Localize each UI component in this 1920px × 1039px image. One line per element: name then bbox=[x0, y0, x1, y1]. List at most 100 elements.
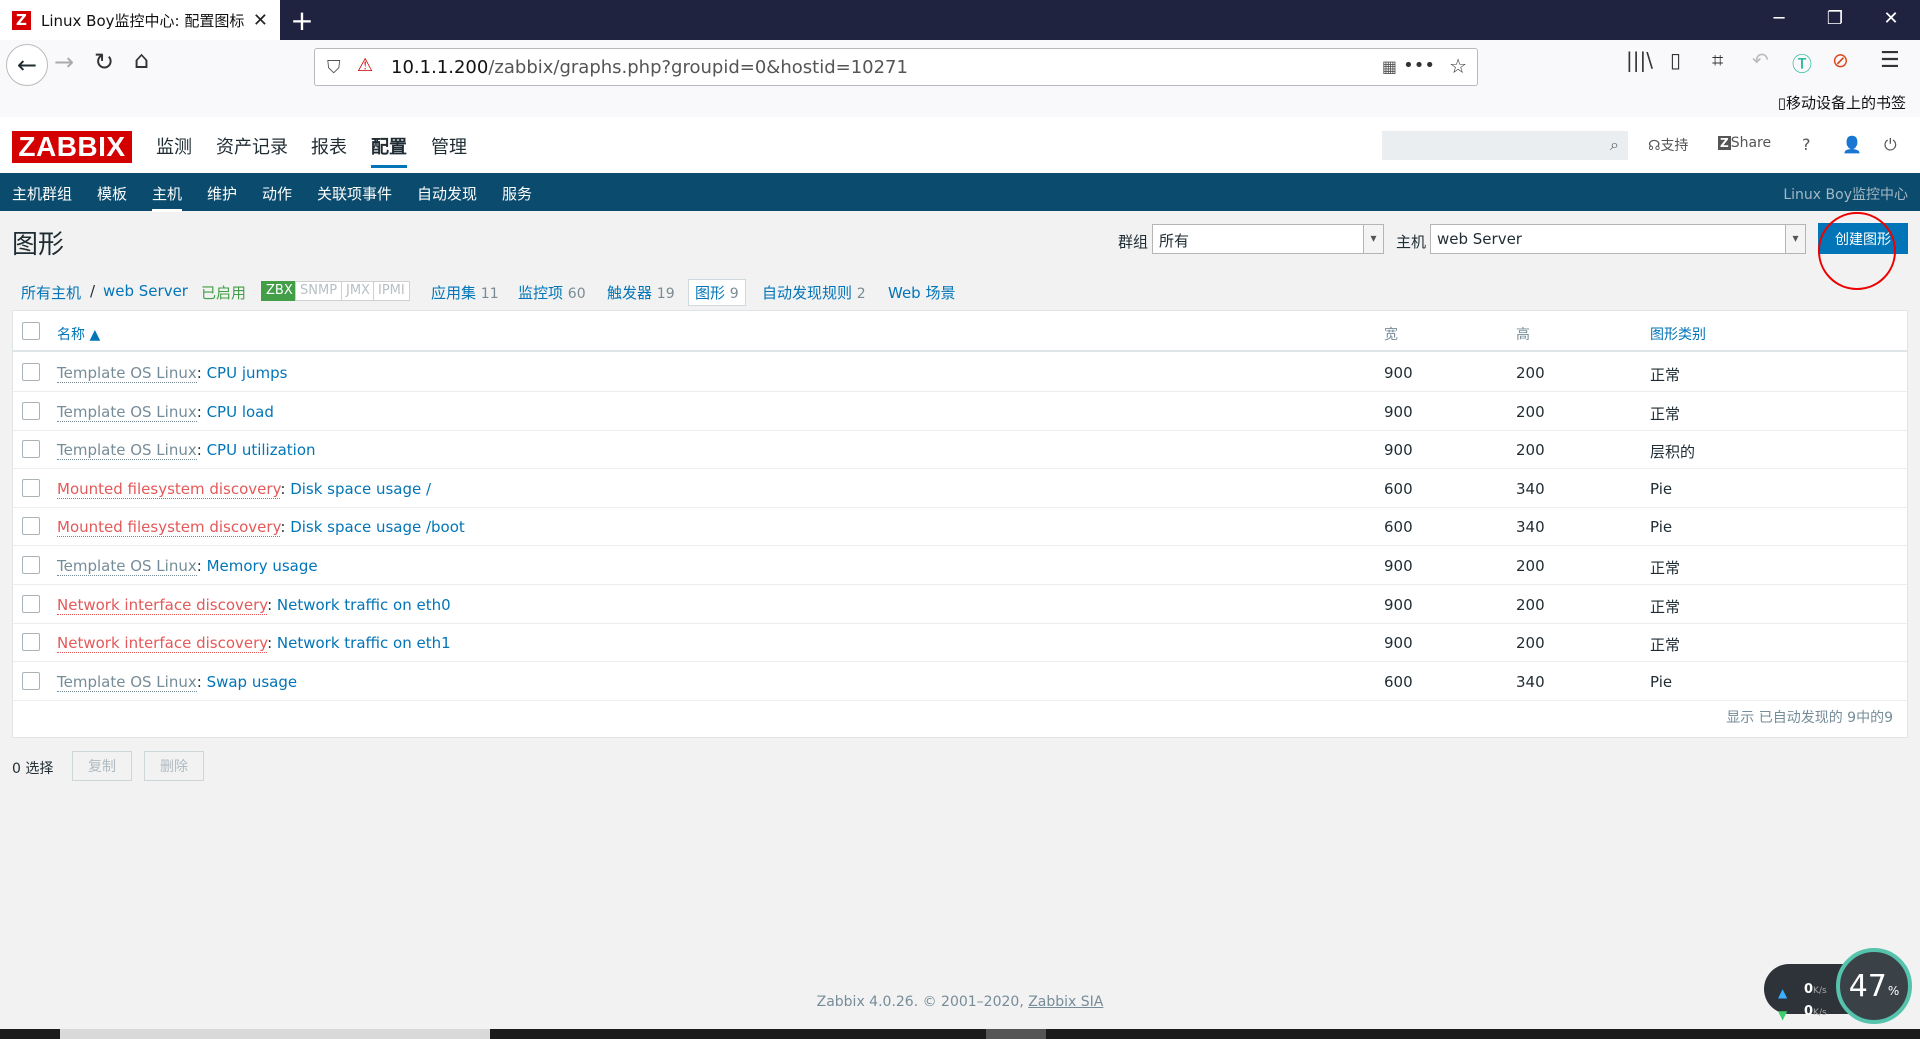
graph-name-link[interactable]: Memory usage bbox=[207, 557, 318, 575]
nav-graphs[interactable]: 图形 9 bbox=[688, 279, 746, 306]
row-checkbox[interactable] bbox=[22, 633, 40, 652]
mobile-bookmarks-label: 移动设备上的书签 bbox=[1785, 94, 1906, 112]
browser-tab[interactable]: Z Linux Boy监控中心: 配置图标 ✕ bbox=[0, 0, 280, 40]
zabbix-logo[interactable]: ZABBIX bbox=[12, 131, 132, 163]
row-checkbox[interactable] bbox=[22, 517, 40, 536]
graph-name-link[interactable]: Disk space usage / bbox=[290, 480, 431, 498]
restore-icon[interactable]: ❐ bbox=[1820, 8, 1850, 29]
select-all-checkbox[interactable] bbox=[22, 322, 40, 340]
nav-triggers[interactable]: 触发器 19 bbox=[607, 282, 675, 303]
taskbar-item[interactable] bbox=[986, 1029, 1046, 1039]
graph-source-link[interactable]: Template OS Linux bbox=[57, 672, 197, 692]
host-select[interactable]: web Server ▾ bbox=[1430, 224, 1806, 254]
submenu-event-correlation[interactable]: 关联项事件 bbox=[317, 183, 392, 204]
graph-name-link[interactable]: CPU utilization bbox=[207, 441, 316, 459]
bookmark-star-icon[interactable]: ☆ bbox=[1449, 54, 1467, 78]
graph-source-link[interactable]: Template OS Linux bbox=[57, 364, 197, 383]
copy-button[interactable]: 复制 bbox=[72, 751, 132, 781]
home-icon[interactable]: ⌂ bbox=[134, 46, 149, 74]
delete-button[interactable]: 删除 bbox=[144, 751, 204, 781]
mobile-bookmarks[interactable]: ▯移动设备上的书签 bbox=[1778, 92, 1906, 113]
graph-name-link[interactable]: Network traffic on eth1 bbox=[277, 634, 451, 652]
menu-reports[interactable]: 报表 bbox=[311, 133, 347, 159]
menu-inventory[interactable]: 资产记录 bbox=[216, 133, 288, 159]
graph-source-link[interactable]: Mounted filesystem discovery bbox=[57, 479, 281, 499]
graph-name-link[interactable]: CPU load bbox=[207, 403, 274, 421]
more-icon[interactable]: ••• bbox=[1403, 55, 1435, 76]
footer-text: Zabbix 4.0.26. © 2001–2020, bbox=[816, 994, 1029, 1010]
menu-configuration[interactable]: 配置 bbox=[371, 133, 407, 168]
insecure-lock-icon[interactable]: ⚠ bbox=[357, 55, 373, 76]
graph-source-link[interactable]: Template OS Linux bbox=[57, 441, 197, 461]
undo-icon[interactable]: ↶ bbox=[1752, 48, 1769, 72]
submenu-templates[interactable]: 模板 bbox=[97, 183, 127, 204]
nav-web-scenarios-label: Web 场景 bbox=[888, 284, 956, 302]
graph-source-link[interactable]: Network interface discovery bbox=[57, 595, 268, 615]
submenu-services[interactable]: 服务 bbox=[502, 183, 532, 204]
graph-name-link[interactable]: Disk space usage /boot bbox=[290, 518, 465, 536]
qr-code-icon[interactable]: ▦ bbox=[1382, 57, 1397, 76]
row-checkbox[interactable] bbox=[22, 671, 40, 690]
submenu-actions[interactable]: 动作 bbox=[262, 183, 292, 204]
library-icon[interactable]: |||\ bbox=[1626, 48, 1653, 72]
table-row: Template OS Linux: Swap usage 600 340 Pie bbox=[13, 662, 1907, 701]
row-checkbox[interactable] bbox=[22, 363, 40, 381]
column-name[interactable]: 名称 ▲ bbox=[57, 324, 100, 344]
user-profile-icon[interactable]: 👤 bbox=[1842, 135, 1862, 154]
nav-discovery-rules[interactable]: 自动发现规则 2 bbox=[762, 282, 866, 303]
submenu-host-groups[interactable]: 主机群组 bbox=[12, 183, 72, 204]
nav-items[interactable]: 监控项 60 bbox=[518, 282, 586, 303]
tab-close-icon[interactable]: ✕ bbox=[253, 10, 268, 31]
global-search-input[interactable]: ⌕ bbox=[1382, 131, 1628, 160]
search-icon[interactable]: ⌕ bbox=[1610, 135, 1619, 155]
graph-name-link[interactable]: CPU jumps bbox=[207, 364, 288, 382]
help-icon[interactable]: ? bbox=[1802, 135, 1811, 154]
blocker-icon[interactable]: ⊘ bbox=[1832, 48, 1849, 72]
group-select[interactable]: 所有 ▾ bbox=[1152, 224, 1384, 254]
row-checkbox[interactable] bbox=[22, 478, 40, 497]
support-link[interactable]: ☊支持 bbox=[1648, 135, 1688, 155]
sign-out-icon[interactable]: ⏻ bbox=[1884, 135, 1897, 155]
close-window-icon[interactable]: ✕ bbox=[1876, 8, 1906, 29]
nav-web-scenarios[interactable]: Web 场景 bbox=[888, 282, 955, 303]
submenu-maintenance[interactable]: 维护 bbox=[207, 183, 237, 204]
minimize-icon[interactable]: ─ bbox=[1764, 8, 1794, 29]
graph-source-link[interactable]: Template OS Linux bbox=[57, 402, 197, 422]
breadcrumb-host[interactable]: web Server bbox=[103, 282, 188, 300]
chevron-down-icon[interactable]: ▾ bbox=[1363, 225, 1383, 253]
share-link[interactable]: Z Share bbox=[1718, 135, 1771, 151]
sidebar-icon[interactable]: ▯ bbox=[1670, 48, 1681, 72]
shield-icon[interactable]: ⛉ bbox=[327, 57, 341, 78]
column-graph-type[interactable]: 图形类别 bbox=[1650, 324, 1706, 344]
badge-zbx: ZBX bbox=[261, 281, 298, 301]
graph-source-link[interactable]: Mounted filesystem discovery bbox=[57, 518, 281, 538]
row-checkbox[interactable] bbox=[22, 440, 40, 459]
graph-name-link[interactable]: Swap usage bbox=[207, 673, 298, 691]
row-checkbox[interactable] bbox=[22, 594, 40, 613]
graph-source-link[interactable]: Network interface discovery bbox=[57, 634, 268, 654]
graph-source-link[interactable]: Template OS Linux bbox=[57, 557, 197, 576]
menu-administration[interactable]: 管理 bbox=[431, 133, 467, 159]
graph-name-link[interactable]: Network traffic on eth0 bbox=[277, 596, 451, 614]
forward-icon[interactable]: → bbox=[54, 48, 74, 76]
row-checkbox[interactable] bbox=[22, 401, 40, 420]
chevron-down-icon[interactable]: ▾ bbox=[1785, 225, 1805, 253]
breadcrumb-all-hosts[interactable]: 所有主机 bbox=[21, 282, 81, 303]
screenshot-icon[interactable]: ⌗ bbox=[1712, 48, 1723, 72]
submenu-discovery[interactable]: 自动发现 bbox=[417, 183, 477, 204]
new-tab-icon[interactable]: + bbox=[286, 4, 318, 37]
reload-icon[interactable]: ↻ bbox=[94, 48, 114, 76]
row-checkbox[interactable] bbox=[22, 556, 40, 574]
url-bar[interactable]: ⛉ ⚠ 10.1.1.200/zabbix/graphs.php?groupid… bbox=[314, 48, 1478, 86]
network-speed-widget[interactable]: ▲ 0K/s ▼ 0K/s 47% bbox=[1764, 948, 1912, 1026]
host-status-enabled[interactable]: 已启用 bbox=[201, 282, 246, 303]
translate-icon[interactable]: Ⓣ bbox=[1792, 48, 1812, 77]
submenu-hosts[interactable]: 主机 bbox=[152, 183, 183, 212]
footer-link[interactable]: Zabbix SIA bbox=[1028, 994, 1103, 1010]
nav-applications[interactable]: 应用集 11 bbox=[431, 282, 499, 303]
back-icon[interactable]: ← bbox=[6, 44, 48, 86]
taskbar-item[interactable] bbox=[60, 1029, 490, 1039]
menu-monitoring[interactable]: 监测 bbox=[156, 133, 192, 159]
menu-icon[interactable]: ☰ bbox=[1880, 48, 1900, 73]
url-path: /zabbix/graphs.php?groupid=0&hostid=1027… bbox=[488, 56, 908, 78]
